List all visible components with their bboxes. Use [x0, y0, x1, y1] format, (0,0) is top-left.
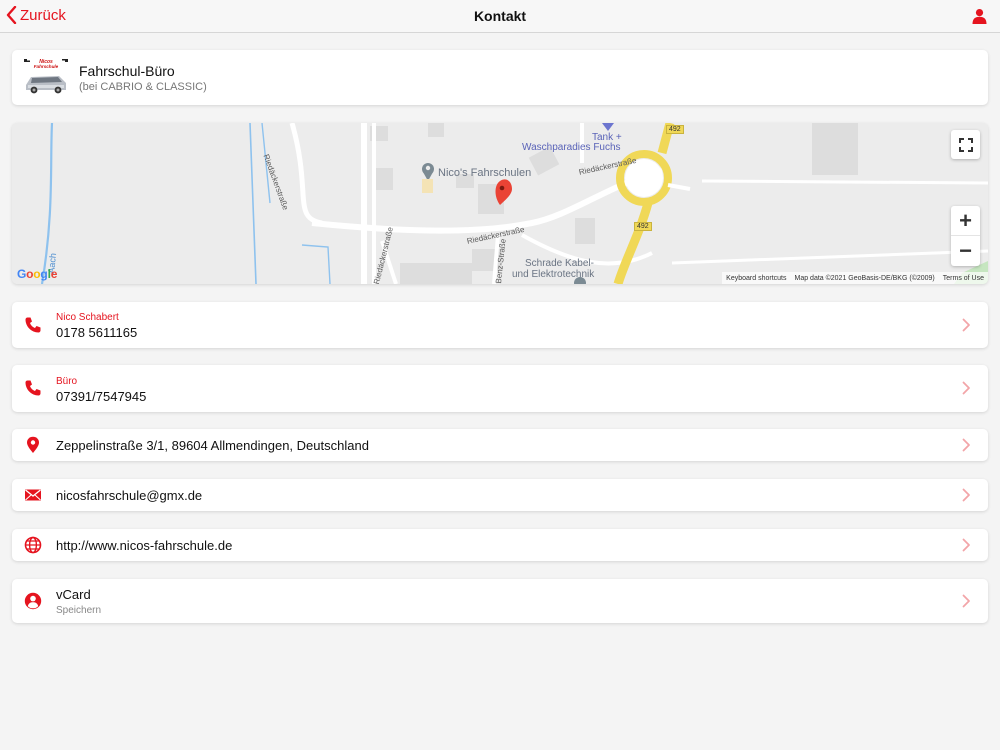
- chevron-right-icon: [962, 381, 970, 395]
- vcard-title: vCard: [56, 587, 91, 602]
- office-title: Fahrschul-Büro: [79, 63, 175, 79]
- phone-number: 0178 5611165: [56, 325, 138, 340]
- map-poi-label: Schrade Kabel-: [525, 258, 594, 269]
- terms-of-use-link[interactable]: Terms of Use: [943, 275, 984, 282]
- office-subtitle: (bei CABRIO & CLASSIC): [79, 81, 207, 93]
- contact-row-website[interactable]: http://www.nicos-fahrschule.de: [12, 529, 988, 561]
- chevron-right-icon: [962, 488, 970, 502]
- content-area: Nicos Fahrschule Fahrschul-Büro (bei CAB…: [0, 33, 1000, 750]
- fullscreen-button[interactable]: [951, 130, 980, 159]
- contact-row-phone-mobile[interactable]: Nico Schabert 0178 5611165: [12, 302, 988, 348]
- vcard-subtitle: Speichern: [56, 605, 102, 616]
- map-poi-label: Waschparadies Fuchs: [522, 142, 621, 153]
- chevron-right-icon: [962, 438, 970, 452]
- map-view[interactable]: Nico's Fahrschulen Riedäckerstraße Riedä…: [12, 123, 988, 284]
- map-pin-icon: [27, 436, 39, 453]
- phone-number: 07391/7547945: [56, 389, 147, 404]
- navigation-bar: Zurück Kontakt: [0, 0, 1000, 33]
- page-title: Kontakt: [473, 8, 527, 24]
- phone-icon: [25, 380, 41, 396]
- contact-row-email[interactable]: nicosfahrschule@gmx.de: [12, 479, 988, 511]
- zoom-controls: + −: [951, 206, 980, 266]
- school-logo: Nicos Fahrschule: [23, 57, 69, 97]
- person-circle-icon: [24, 592, 42, 610]
- website-text: http://www.nicos-fahrschule.de: [56, 538, 233, 553]
- phone-icon: [25, 317, 41, 333]
- map-attribution-bar: Keyboard shortcuts Map data ©2021 GeoBas…: [722, 272, 988, 284]
- globe-icon: [24, 536, 42, 554]
- zoom-out-button[interactable]: −: [951, 236, 980, 266]
- map-poi-label: und Elektrotechnik: [512, 269, 595, 280]
- address-text: Zeppelinstraße 3/1, 89604 Allmendingen, …: [56, 438, 369, 453]
- map-road-badge: 492: [634, 222, 652, 231]
- email-text: nicosfahrschule@gmx.de: [56, 488, 203, 503]
- contact-row-phone-office[interactable]: Büro 07391/7547945: [12, 365, 988, 412]
- fullscreen-icon: [958, 137, 973, 152]
- zoom-in-button[interactable]: +: [951, 206, 980, 236]
- map-data-attribution: Map data ©2021 GeoBasis-DE/BKG (©2009): [794, 274, 935, 282]
- contact-name: Büro: [56, 376, 78, 387]
- google-logo: Google: [17, 267, 58, 281]
- contact-name: Nico Schabert: [56, 312, 119, 323]
- keyboard-shortcuts-link[interactable]: Keyboard shortcuts: [726, 275, 786, 282]
- contact-row-address[interactable]: Zeppelinstraße 3/1, 89604 Allmendingen, …: [12, 429, 988, 461]
- office-card: Nicos Fahrschule Fahrschul-Büro (bei CAB…: [12, 50, 988, 105]
- contact-row-vcard[interactable]: vCard Speichern: [12, 579, 988, 623]
- chevron-right-icon: [962, 538, 970, 552]
- map-road-badge: 492: [666, 125, 684, 134]
- chevron-right-icon: [962, 318, 970, 332]
- user-icon[interactable]: [972, 8, 987, 24]
- map-pin-label: Nico's Fahrschulen: [438, 167, 532, 179]
- svg-text:Fahrschule: Fahrschule: [34, 64, 59, 69]
- envelope-icon: [25, 489, 41, 501]
- chevron-right-icon: [962, 594, 970, 608]
